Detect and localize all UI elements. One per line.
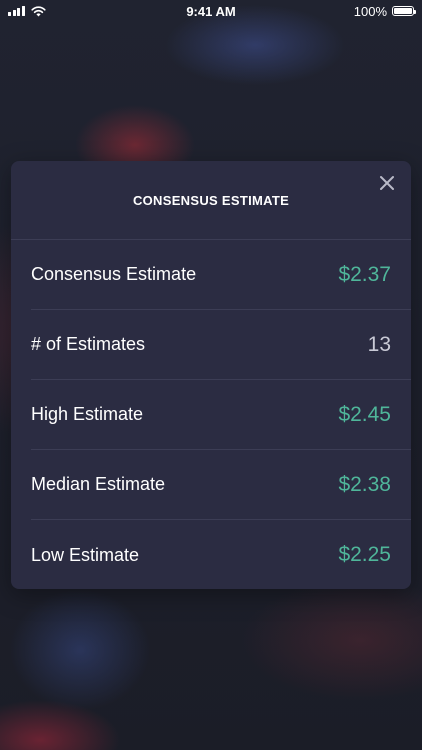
row-label: High Estimate (31, 404, 144, 424)
row-value: $2.45 (338, 402, 391, 426)
cellular-signal-icon (8, 6, 25, 16)
status-bar: 9:41 AM 100% (0, 0, 422, 22)
row-value: $2.25 (338, 543, 391, 566)
row-label: Low Estimate (31, 544, 140, 565)
battery-icon (392, 6, 416, 16)
battery-percentage: 100% (353, 3, 387, 19)
estimate-row-count: # of Estimates 13 (31, 310, 411, 380)
row-label: # of Estimates (31, 334, 146, 354)
row-label: Median Estimate (31, 474, 166, 494)
battery-level (394, 8, 412, 14)
wifi-icon (30, 5, 46, 16)
estimate-row-low: Low Estimate $2.25 (31, 520, 411, 589)
status-right: 100% (304, 3, 416, 19)
estimate-row-median: Median Estimate $2.38 (31, 450, 411, 520)
close-button[interactable] (375, 171, 399, 195)
row-value: $2.37 (338, 262, 391, 286)
row-label: Consensus Estimate (31, 264, 197, 284)
card-header: CONSENSUS ESTIMATE (11, 161, 411, 240)
card-title: CONSENSUS ESTIMATE (132, 192, 290, 208)
row-value: 13 (367, 332, 391, 356)
status-left (8, 5, 118, 17)
status-time: 9:41 AM (186, 3, 236, 19)
close-icon (380, 176, 394, 190)
estimate-list: Consensus Estimate $2.37 # of Estimates … (11, 240, 411, 589)
estimate-row-high: High Estimate $2.45 (31, 380, 411, 450)
consensus-estimate-card: CONSENSUS ESTIMATE Consensus Estimate $2… (11, 161, 411, 589)
estimate-row-consensus: Consensus Estimate $2.37 (31, 240, 411, 310)
row-value: $2.38 (338, 472, 391, 496)
